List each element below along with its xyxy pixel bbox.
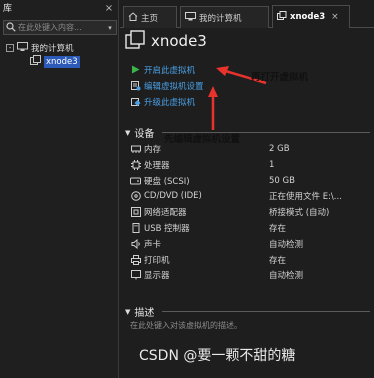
annotation-edit-settings-first: 先编辑虚拟机设置	[164, 134, 241, 145]
arrow-to-edit-settings	[208, 86, 218, 130]
annotation-reopen-vm: 再打开虚拟机	[251, 72, 309, 83]
watermark: CSDN @要一颗不甜的糖	[139, 348, 296, 364]
annotation-arrows	[208, 66, 267, 130]
